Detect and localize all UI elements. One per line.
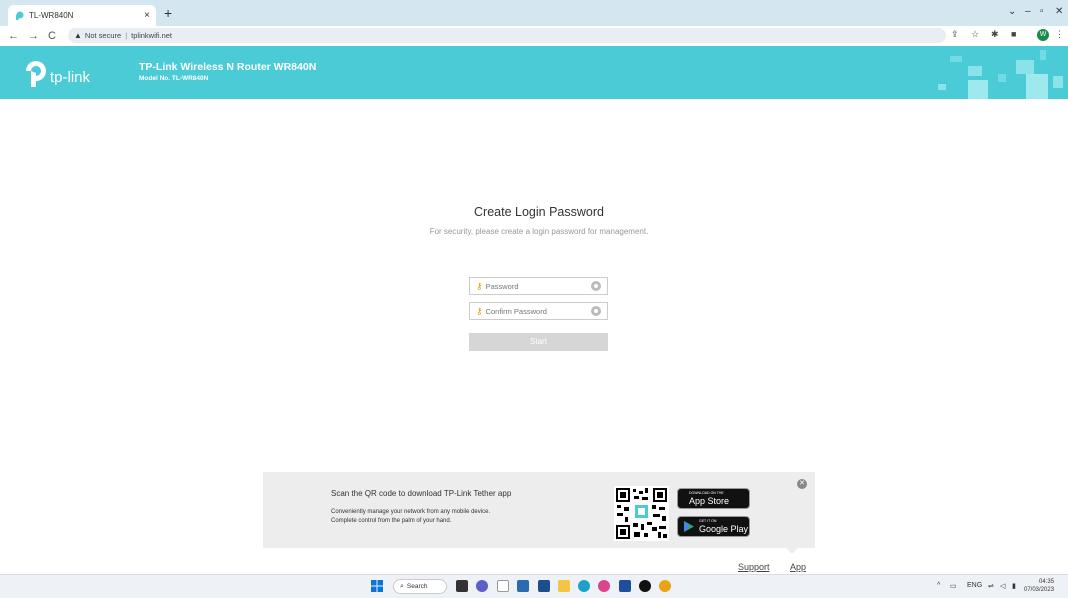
profile-avatar[interactable]: W	[1037, 29, 1049, 41]
edge-icon[interactable]	[578, 580, 590, 592]
new-tab-button[interactable]: +	[164, 6, 172, 20]
tplink-logo: tp-link	[22, 59, 90, 89]
security-label[interactable]: Not secure	[85, 31, 121, 40]
tplink-favicon-icon	[16, 11, 24, 20]
panel-pointer	[786, 548, 798, 554]
password-input[interactable]	[485, 281, 591, 291]
word-icon[interactable]	[619, 580, 631, 592]
language-indicator[interactable]: ENG	[967, 582, 982, 589]
address-separator: |	[125, 31, 128, 40]
restore-icon[interactable]: ▫	[1040, 6, 1044, 17]
chat-icon[interactable]	[476, 580, 488, 592]
taskbar-search[interactable]: ⌕ Search	[393, 579, 447, 594]
bookmark-star-icon[interactable]: ☆	[971, 29, 979, 40]
google-play-button[interactable]: GET IT ON Google Play	[677, 516, 750, 537]
back-arrow-icon[interactable]: ←	[8, 30, 19, 42]
router-model: Model No. TL-WR840N	[139, 75, 209, 82]
clock-time: 04:35	[1039, 579, 1055, 585]
router-title: TP-Link Wireless N Router WR840N	[139, 61, 317, 73]
menu-kebab-icon[interactable]: ⋮	[1055, 29, 1064, 40]
header-pattern-graphic	[938, 50, 1063, 99]
app-store-text: App Store	[689, 496, 730, 506]
app-store-button[interactable]: DOWNLOAD ON THE App Store	[677, 488, 750, 509]
tplink-logo-mark-icon	[26, 61, 46, 87]
confirm-password-input[interactable]	[485, 306, 591, 316]
key-icon: ⚷	[476, 280, 483, 291]
keyboard-icon[interactable]: ▭	[950, 582, 957, 590]
close-window-icon[interactable]: ✕	[1055, 6, 1063, 17]
qr-code-icon	[614, 486, 669, 541]
file-explorer-icon[interactable]	[558, 580, 570, 592]
task-view-icon[interactable]	[456, 580, 468, 592]
google-play-text: Google Play	[699, 524, 749, 534]
share-icon[interactable]: ⇪	[951, 29, 959, 40]
chrome-icon[interactable]	[659, 580, 671, 592]
store-icon[interactable]	[538, 580, 550, 592]
chevron-down-icon[interactable]: ⌄	[1008, 6, 1016, 17]
warning-icon: ▲	[74, 31, 82, 40]
app-panel-description-2: Complete control from the palm of your h…	[331, 518, 452, 524]
windows-start-icon[interactable]	[371, 580, 383, 592]
login-subtitle: For security, please create a login pass…	[429, 227, 649, 236]
file-icon[interactable]	[497, 580, 509, 592]
url-text[interactable]: tplinkwifi.net	[131, 31, 172, 40]
tab-close-icon[interactable]: ×	[144, 10, 150, 21]
page-footer	[0, 556, 1068, 574]
support-link[interactable]: Support	[738, 562, 770, 572]
app-icon[interactable]	[598, 580, 610, 592]
start-button[interactable]: Start	[469, 333, 608, 351]
close-panel-icon[interactable]: ✕	[797, 479, 807, 489]
password-field[interactable]: ⚷	[469, 277, 608, 295]
tab-title: TL-WR840N	[29, 11, 74, 20]
browser-tab-bar	[0, 0, 1068, 26]
network-icon[interactable]: ⇌	[988, 582, 994, 590]
camera-icon[interactable]	[517, 580, 529, 592]
minimize-icon[interactable]: –	[1025, 6, 1031, 17]
reload-icon[interactable]: C	[48, 30, 56, 42]
confirm-password-field[interactable]: ⚷	[469, 302, 608, 320]
screen: TL-WR840N × + ⌄ – ▫ ✕ ← → C ▲ Not secure…	[0, 0, 1068, 598]
key-icon: ⚷	[476, 305, 483, 316]
google-play-icon	[684, 521, 694, 532]
search-icon: ⌕	[400, 582, 404, 590]
show-confirm-password-eye-icon[interactable]	[591, 306, 601, 316]
logo-text: tp-link	[50, 68, 91, 86]
battery-icon[interactable]: ▮	[1012, 582, 1016, 590]
tiktok-icon[interactable]	[639, 580, 651, 592]
app-panel-description-1: Conveniently manage your network from an…	[331, 509, 491, 515]
app-panel-title: Scan the QR code to download TP-Link Tet…	[331, 489, 512, 498]
windows-taskbar	[0, 574, 1068, 598]
extensions-puzzle-icon[interactable]: ✱	[991, 29, 999, 40]
taskbar-clock[interactable]: 04:35 07/03/2023	[1024, 578, 1054, 594]
login-title: Create Login Password	[474, 205, 604, 219]
volume-icon[interactable]: ◁	[1000, 582, 1005, 590]
sidepanel-icon[interactable]: ■	[1011, 29, 1016, 39]
show-password-eye-icon[interactable]	[591, 281, 601, 291]
chevron-up-icon[interactable]: ^	[937, 582, 940, 589]
clock-date: 07/03/2023	[1024, 587, 1055, 593]
browser-tab[interactable]: TL-WR840N ×	[8, 5, 156, 26]
address-bar[interactable]: ▲ Not secure | tplinkwifi.net	[68, 28, 946, 43]
app-link[interactable]: App	[790, 562, 806, 572]
taskbar-search-label: Search	[406, 583, 428, 590]
forward-arrow-icon[interactable]: →	[28, 30, 39, 42]
